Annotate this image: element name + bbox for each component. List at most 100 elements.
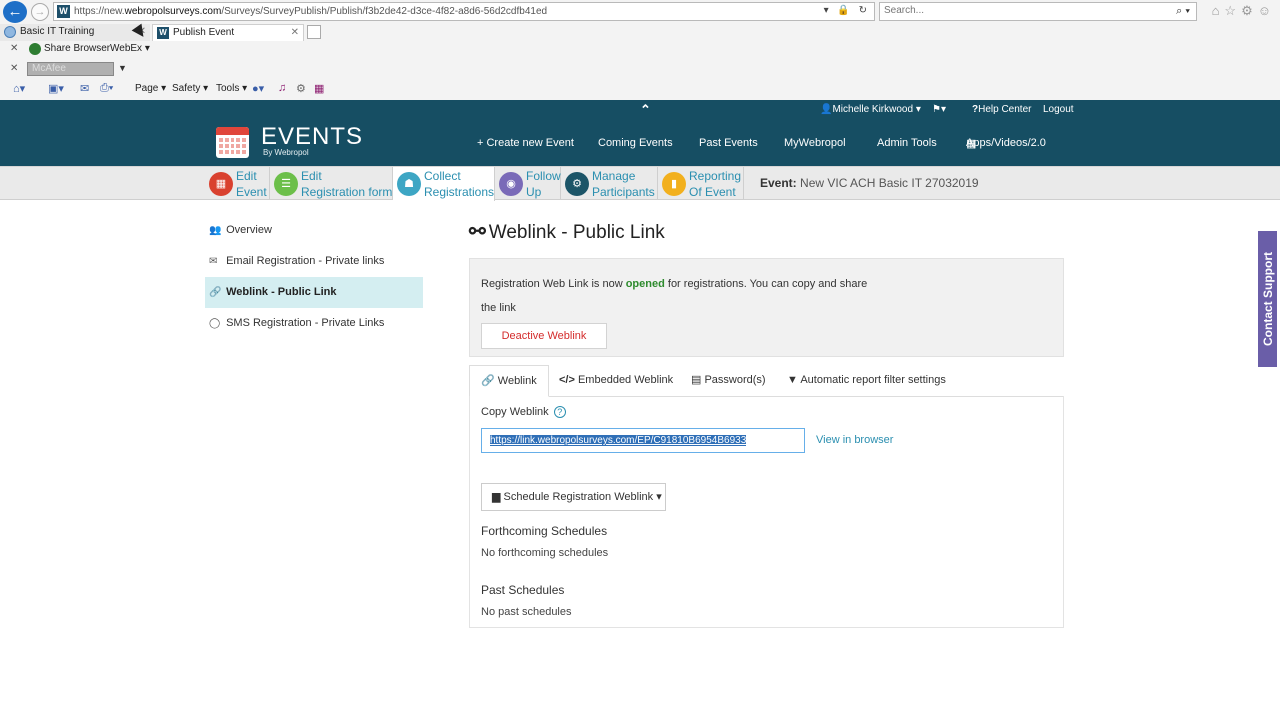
address-icons[interactable]: ▾ 🔒 ↻ — [824, 5, 870, 16]
command-bar: ⌂▾ ▣▾ ✉ ⎙▾ Page ▾ Safety ▾ Tools ▾ ●▾ ♫ … — [0, 80, 1280, 98]
workflow-steps: ▦ Edit Event ☰ Edit Registration form ☗ Co… — [0, 166, 1280, 201]
forward-icon[interactable]: → — [31, 3, 49, 21]
gear-icon[interactable]: ⚙ — [296, 82, 306, 95]
url-domain: webropolsurveys.com — [124, 6, 222, 17]
address-bar[interactable]: W https://new.webropolsurveys.com/Survey… — [53, 2, 875, 21]
eye-icon: ◉ — [499, 172, 523, 196]
left-nav-weblink[interactable]: 🔗 Weblink - Public Link — [205, 277, 423, 308]
step-label: Registration form — [301, 185, 393, 199]
help-icon[interactable]: ? — [553, 406, 566, 418]
step-label: Registrations — [424, 185, 495, 199]
help-icon[interactable]: ●▾ — [252, 82, 264, 95]
safety-menu[interactable]: Safety ▾ — [172, 83, 208, 94]
mcafee-toolbar[interactable]: McAfee — [27, 62, 114, 76]
tab-weblink[interactable]: 🔗 Weblink — [469, 365, 549, 397]
step-follow-up[interactable]: ◉ Follow Up — [495, 167, 561, 200]
weblink-status-text: Registration Web Link is now opened for … — [481, 272, 881, 320]
extension-icon[interactable]: ▦ — [314, 82, 324, 95]
page-menu[interactable]: Page ▾ — [135, 83, 166, 94]
tab-label: Embedded Weblink — [577, 374, 674, 386]
mail-icon[interactable]: ✉ — [80, 82, 89, 95]
tab-favicon-icon: W — [157, 27, 169, 39]
browser-chrome: ← → W https://new.webropolsurveys.com/Su… — [0, 0, 1280, 100]
tab-label: Publish Event — [173, 27, 235, 38]
help-center-link[interactable]: ? Help Center — [972, 104, 1031, 115]
address-text[interactable]: https://new.webropolsurveys.com/Surveys/… — [74, 6, 547, 17]
step-edit-registration-form[interactable]: ☰ Edit Registration form — [270, 167, 393, 200]
deactivate-weblink-button[interactable]: Deactive Weblink — [481, 323, 607, 349]
help-center-label: Help Center — [978, 104, 1032, 115]
step-edit-event[interactable]: ▦ Edit Event — [205, 167, 270, 200]
user-name: Michelle Kirkwood ▾ — [832, 104, 921, 115]
tab-report-filter[interactable]: ▼ Automatic report filter settings — [787, 365, 946, 397]
view-in-browser-link[interactable]: View in browser — [816, 434, 893, 446]
app-header: ⌃ EVENTS By Webropol 👤 Michelle Kirkwood… — [0, 100, 1280, 166]
tab-embedded-weblink[interactable]: </> Embedded Weblink — [559, 365, 673, 397]
nav-past-events[interactable]: Past Events — [699, 137, 758, 149]
calendar-icon: ▆ — [492, 491, 501, 503]
chart-icon: ▮ — [662, 172, 686, 196]
tab-favicon-icon — [4, 26, 16, 38]
back-icon[interactable]: ← — [3, 1, 27, 23]
close-icon[interactable]: ✕ — [10, 63, 18, 74]
share-browser-button[interactable]: Share Browser — [44, 43, 110, 54]
nav-admin-tools[interactable]: Admin Tools — [877, 137, 937, 149]
weblink-url-selected[interactable]: https://link.webropolsurveys.com/EP/C918… — [490, 435, 747, 446]
nav-coming-events[interactable]: Coming Events — [598, 137, 673, 149]
nav-mywebropol[interactable]: MyWebropol — [784, 137, 846, 149]
logout-link[interactable]: Logout — [1043, 104, 1074, 115]
users-icon: 👥 — [209, 225, 222, 236]
tools-menu[interactable]: Tools ▾ — [216, 83, 247, 94]
weblink-url-field[interactable]: https://link.webropolsurveys.com/EP/C918… — [481, 428, 805, 453]
left-nav-label: Weblink - Public Link — [226, 286, 337, 298]
event-label: Event: — [760, 176, 797, 190]
schedule-registration-weblink-button[interactable]: ▆ Schedule Registration Weblink ▾ — [481, 483, 666, 511]
home-icon[interactable]: ⌂▾ — [13, 82, 25, 95]
home-star-gear-icons[interactable]: ⌂☆⚙☺ — [1212, 3, 1276, 19]
weblink-status-box: Registration Web Link is now opened for … — [469, 258, 1064, 357]
new-tab-button[interactable] — [307, 25, 321, 39]
share-browser-icon — [29, 43, 41, 55]
nav-create-event[interactable]: + Create new Event — [477, 137, 574, 149]
code-icon: </> — [559, 374, 575, 386]
url-path: /Surveys/SurveyPublish/Publish/f3b2de42-… — [221, 6, 548, 17]
chat-bubble-icon: ◯ — [209, 318, 221, 329]
webex-label: WebEx — [110, 43, 143, 54]
left-nav-label: Overview — [226, 224, 272, 236]
step-reporting[interactable]: ▮ Reporting Of Event — [658, 167, 744, 200]
tab-passwords[interactable]: ▤ Password(s) — [691, 365, 766, 397]
contact-support-label: Contact Support — [1260, 252, 1275, 346]
chevron-down-icon[interactable]: ▼ — [118, 63, 127, 73]
browser-tab-basic-it[interactable]: Basic IT Training ✕ — [0, 24, 150, 41]
browser-tab-publish-event[interactable]: W Publish Event ✕ — [152, 24, 304, 41]
site-favicon-icon: W — [57, 5, 70, 18]
search-box[interactable]: ⌕ ▾ — [879, 2, 1197, 21]
flag-menu[interactable]: ⚑ ▾ — [932, 104, 946, 115]
webex-menu[interactable]: WebEx ▾ — [110, 43, 150, 54]
close-icon[interactable]: ✕ — [10, 43, 18, 54]
forthcoming-schedules-heading: Forthcoming Schedules — [481, 524, 608, 538]
left-nav-sms-registration[interactable]: ◯ SMS Registration - Private Links — [205, 308, 423, 339]
step-label: Follow — [526, 169, 561, 183]
onenote-icon[interactable]: ♫ — [278, 82, 286, 94]
close-icon[interactable]: ✕ — [291, 25, 299, 41]
search-icon[interactable]: ⌕ ▾ — [1176, 5, 1190, 18]
address-row: ← → W https://new.webropolsurveys.com/Su… — [0, 0, 1280, 23]
print-icon[interactable]: ⎙▾ — [100, 82, 113, 95]
left-nav-email-registration[interactable]: ✉ Email Registration - Private links — [205, 246, 423, 277]
page-title-text: Weblink - Public Link — [488, 222, 665, 243]
form-icon: ☰ — [274, 172, 298, 196]
status-badge: opened — [625, 278, 665, 290]
user-menu[interactable]: 👤 Michelle Kirkwood ▾ — [820, 104, 921, 115]
copy-weblink-text: Copy Weblink — [481, 406, 549, 418]
feeds-icon[interactable]: ▣▾ — [48, 82, 64, 95]
left-nav-label: Email Registration - Private links — [226, 255, 385, 267]
search-input[interactable] — [884, 5, 1154, 16]
step-label: Participants — [592, 185, 655, 199]
step-collect-registrations[interactable]: ☗ Collect Registrations — [393, 167, 495, 201]
calendar-icon: ▦ — [209, 172, 233, 196]
step-label: Edit — [301, 169, 322, 183]
left-nav-overview[interactable]: 👥 Overview — [205, 215, 423, 246]
contact-support-tab[interactable]: Contact Support — [1258, 231, 1277, 367]
step-manage-participants[interactable]: ⚙ Manage Participants — [561, 167, 658, 200]
